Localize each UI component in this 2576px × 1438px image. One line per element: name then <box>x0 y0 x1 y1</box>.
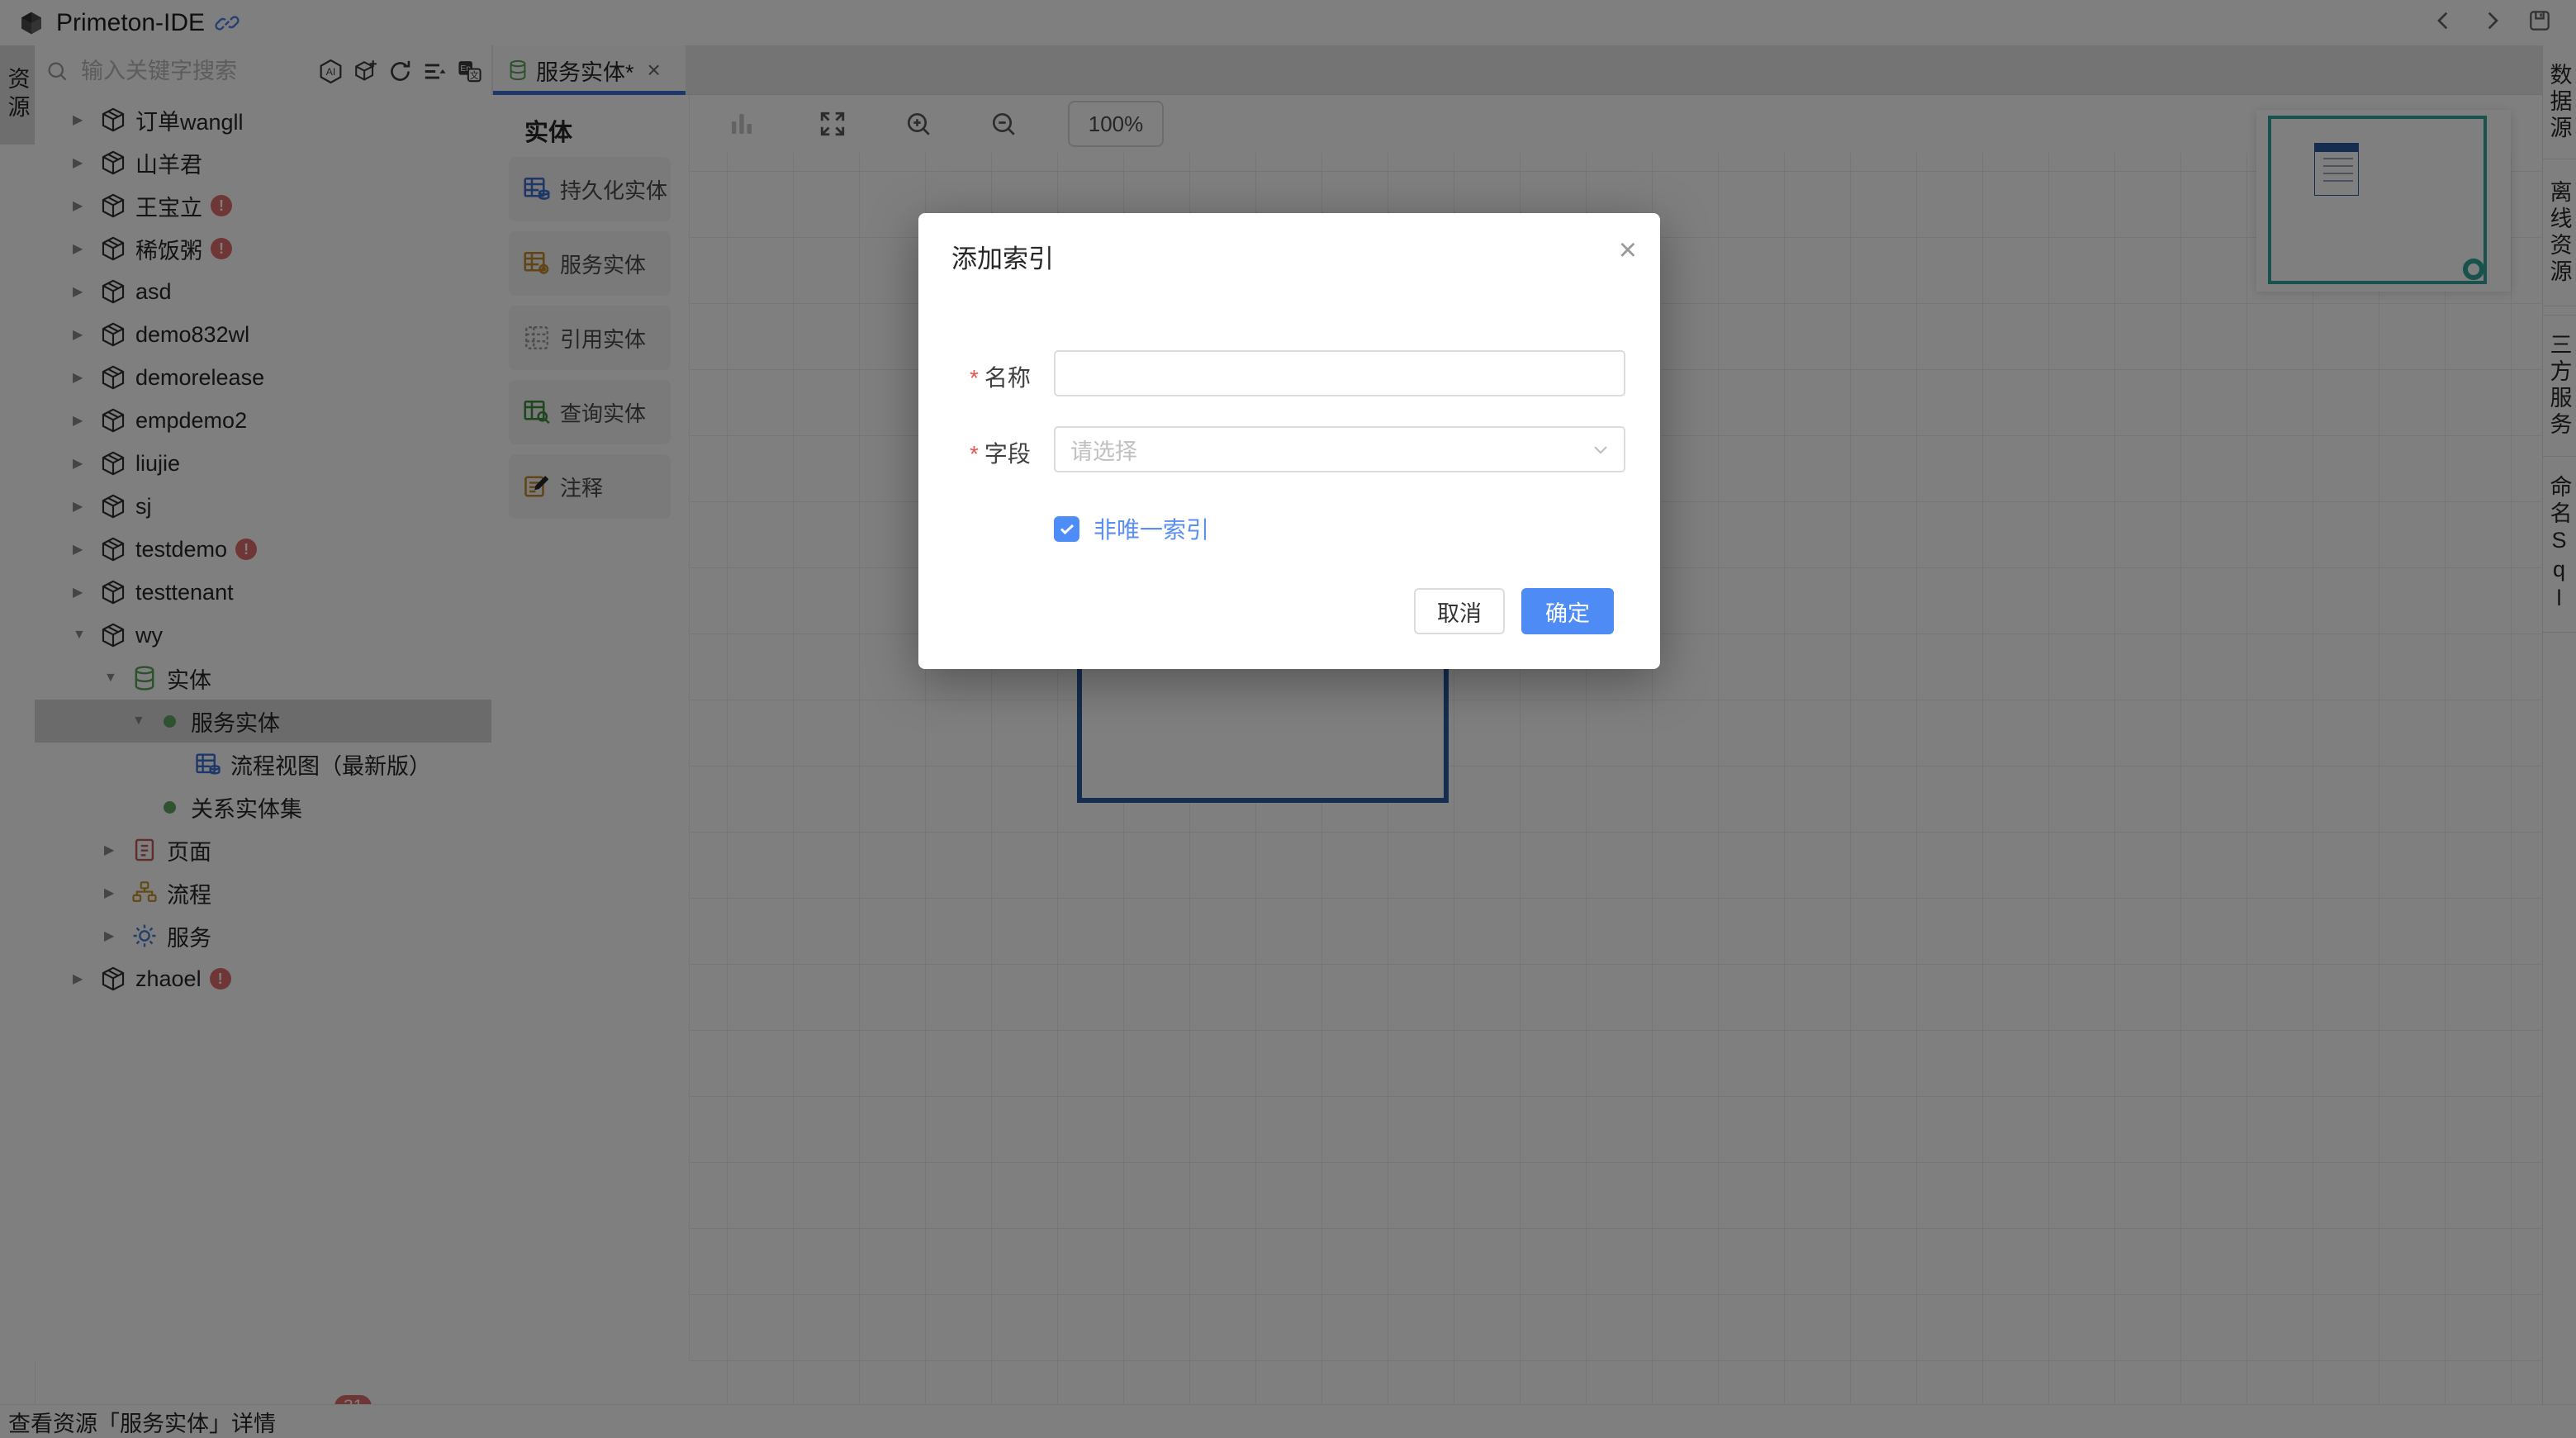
primeton-ide-window: Primeton-IDE 资源 AIEn文 ▶订单wangll▶山羊君▶王宝立!… <box>0 0 2576 1438</box>
close-icon[interactable]: × <box>1619 235 1637 266</box>
required-asterisk: * <box>970 365 979 391</box>
field-select-label: *字段 <box>970 436 1031 469</box>
checkbox-label[interactable]: 非唯一索引 <box>1093 512 1209 545</box>
modal-title: 添加索引 <box>951 238 1054 275</box>
field-select[interactable]: 请选择 <box>1054 426 1625 472</box>
name-field-label: *名称 <box>970 360 1031 393</box>
ok-button[interactable]: 确定 <box>1521 588 1614 634</box>
cancel-button[interactable]: 取消 <box>1414 588 1505 634</box>
chevron-down-icon <box>1589 438 1612 461</box>
select-placeholder: 请选择 <box>1070 434 1137 466</box>
add-index-modal: 添加索引 × *名称 *字段 请选择 非唯一索引 取消 确定 <box>918 213 1660 669</box>
required-asterisk: * <box>970 441 979 467</box>
non-unique-index-checkbox[interactable] <box>1054 516 1079 542</box>
non-unique-index-row: 非唯一索引 <box>1054 512 1209 545</box>
name-field[interactable] <box>1054 350 1625 396</box>
modal-footer: 取消 确定 <box>1414 588 1614 634</box>
